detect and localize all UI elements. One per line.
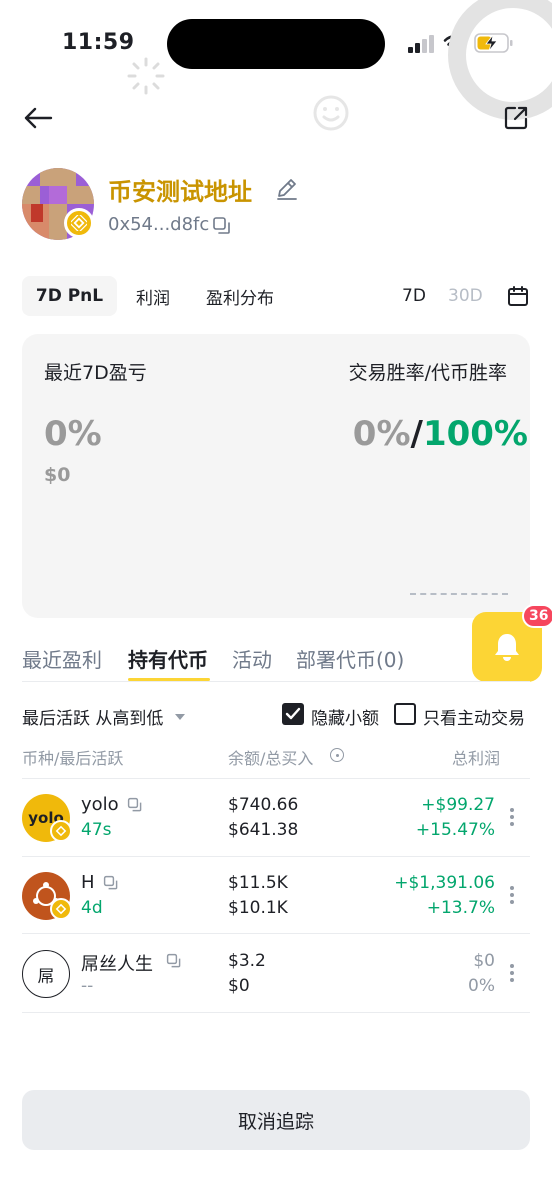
cellular-signal-icon [408,35,434,53]
row-divider [22,856,530,857]
sort-label: 最后活跃 从高到低 [22,709,164,729]
share-button[interactable] [498,100,534,136]
untrack-button[interactable]: 取消追踪 [22,1090,530,1150]
wallet-address: 0x54...d8fc [108,214,210,235]
pnl-percent: 0% [44,414,102,454]
last-active: -- [81,976,94,996]
token-name: 屌丝人生 [81,954,153,975]
sort-dropdown[interactable]: 最后活跃 从高到低 [22,704,186,729]
tab-profit[interactable]: 利润 [136,276,170,316]
range-30d[interactable]: 30D [448,276,483,316]
total-pnl: +$99.27 [421,795,495,815]
tab-7d-pnl[interactable]: 7D PnL [22,276,117,316]
win-rate-separator: / [410,414,423,454]
token-name: H [81,872,95,893]
share-icon [504,106,528,130]
tab-holdings[interactable]: 持有代币 [128,644,208,673]
total-pnl: +$1,391.06 [394,873,495,893]
check-icon [285,707,301,720]
tab-activity[interactable]: 活动 [232,644,272,673]
total-pnl-percent: +13.7% [426,898,495,918]
edit-icon[interactable] [274,176,300,202]
token-icon-placeholder: 屌 [22,950,70,998]
range-7d[interactable]: 7D [402,276,426,316]
tabs-divider [22,681,530,682]
more-options-icon[interactable] [506,882,518,908]
calendar-icon[interactable] [506,284,530,308]
win-rate-label: 交易胜率/代币胜率 [348,362,507,384]
pnl-usd: $0 [44,464,71,486]
row-divider [22,933,530,934]
total-pnl-percent: 0% [468,976,495,996]
more-options-icon[interactable] [506,960,518,986]
active-trades-only-checkbox[interactable] [394,703,416,725]
bnb-chain-badge-icon [50,898,72,920]
bell-icon [495,634,519,661]
hide-small-label[interactable]: 隐藏小额 [311,704,379,729]
info-icon[interactable] [330,748,344,762]
copy-icon[interactable] [103,875,119,891]
token-name: yolo [81,794,119,815]
balance: $740.66 [228,795,299,815]
back-button[interactable] [20,100,56,136]
win-rate-value: 0%/100% [353,414,528,454]
bnb-chain-badge-icon [50,820,72,842]
trade-win-rate: 0% [352,414,411,454]
smiley-icon [313,95,349,131]
copy-icon[interactable] [166,953,182,969]
arrow-left-icon [24,107,53,129]
header-total-pnl: 总利润 [451,749,500,768]
last-active: 47s [81,820,112,840]
profile-name: 币安测试地址 [108,178,252,206]
total-pnl: $0 [473,951,495,971]
copy-address-icon[interactable] [212,216,232,236]
header-balance: 余额/总买入 [228,749,314,768]
copy-icon[interactable] [127,797,143,813]
tab-profit-distribution[interactable]: 盈利分布 [206,276,274,316]
balance: $3.2 [228,951,266,971]
active-tab-indicator [128,678,210,681]
total-pnl-percent: +15.47% [415,820,495,840]
spinner-icon [127,57,165,95]
header-token: 币种/最后活跃 [22,749,124,768]
hide-small-checkbox[interactable] [282,703,304,725]
token-win-rate: 100% [422,414,528,454]
row-divider [22,1012,530,1013]
bnb-chain-badge-icon [64,208,94,238]
tab-recent-profit[interactable]: 最近盈利 [22,644,102,673]
chart-baseline [410,593,508,595]
total-bought: $0 [228,976,250,996]
total-bought: $10.1K [228,898,288,918]
tab-deployed-tokens[interactable]: 部署代币(0) [296,644,404,673]
row-divider [22,778,530,779]
recent-7d-pnl-label: 最近7D盈亏 [44,362,147,384]
dynamic-island [167,19,385,69]
active-trades-only-label[interactable]: 只看主动交易 [423,704,525,729]
caret-down-icon [175,713,186,720]
notification-count-badge: 36 [522,604,552,628]
total-bought: $641.38 [228,820,299,840]
last-active: 4d [81,898,103,918]
more-options-icon[interactable] [506,804,518,830]
status-time: 11:59 [62,30,135,55]
balance: $11.5K [228,873,288,893]
